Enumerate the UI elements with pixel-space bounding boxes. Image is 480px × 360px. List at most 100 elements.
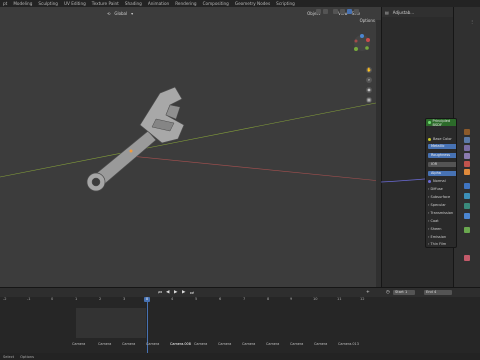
- particles-icon[interactable]: [464, 193, 470, 199]
- tab-file[interactable]: pt: [0, 1, 10, 6]
- camera-marker[interactable]: Camera: [242, 342, 255, 346]
- scene-properties-icon[interactable]: [464, 153, 470, 159]
- base-color-row[interactable]: Base Color: [428, 137, 456, 141]
- start-frame-field[interactable]: Start 1: [393, 290, 415, 295]
- tab-geometry-nodes[interactable]: Geometry Nodes: [232, 1, 273, 6]
- status-bar: Select Options: [0, 353, 480, 360]
- jump-start-icon[interactable]: ⏮: [158, 290, 162, 296]
- tab-animation[interactable]: Animation: [145, 1, 172, 6]
- ruler-tick: 9: [290, 297, 293, 301]
- camera-marker[interactable]: Camera: [314, 342, 327, 346]
- camera-marker[interactable]: Camera.013: [338, 342, 359, 346]
- clock-icon: ◷: [386, 290, 390, 295]
- camera-marker[interactable]: Camera: [122, 342, 135, 346]
- navigation-gizmo[interactable]: [352, 33, 372, 53]
- material-properties-icon[interactable]: [464, 255, 470, 261]
- ruler-tick: 1: [75, 297, 78, 301]
- constraints-icon[interactable]: [464, 213, 470, 219]
- render-properties-icon[interactable]: [464, 129, 470, 135]
- 3d-viewport[interactable]: ⟲ Global ▾ Object View Sele Options ✋: [0, 7, 381, 287]
- roughness-slider[interactable]: Roughness: [428, 153, 456, 158]
- add-keyframe-icon[interactable]: +: [366, 290, 370, 295]
- physics-icon[interactable]: [464, 203, 470, 209]
- object-properties-icon[interactable]: [464, 169, 470, 175]
- camera-marker[interactable]: Camera: [266, 342, 279, 346]
- ruler-tick: 3: [123, 297, 126, 301]
- metallic-slider[interactable]: Metallic: [428, 144, 456, 149]
- status-select: Select: [3, 354, 15, 359]
- transmission-panel[interactable]: › Transmission: [428, 211, 456, 215]
- subsurface-panel[interactable]: › Subsurface: [428, 195, 456, 199]
- wrench-model: [86, 86, 185, 192]
- ruler-tick: 6: [219, 297, 222, 301]
- properties-panel: ⋮: [453, 7, 480, 287]
- y-axis-line: [0, 101, 381, 178]
- object-name-label: Adjustab...: [392, 9, 415, 15]
- ruler-tick: 10: [313, 297, 318, 301]
- frame-range-block: [76, 308, 146, 338]
- grid-view-icon[interactable]: ▦: [366, 97, 372, 103]
- timeline-header: ⏮ ◀ ▶ ▶ ⏭ + ◷ Start 1 End 4: [0, 288, 480, 297]
- view-layer-icon[interactable]: [464, 145, 470, 151]
- ruler-tick: 4: [171, 297, 174, 301]
- diffuse-panel[interactable]: › Diffuse: [428, 187, 456, 191]
- alpha-slider[interactable]: Alpha: [428, 171, 456, 176]
- play-icon[interactable]: ▶: [174, 290, 177, 295]
- node-header[interactable]: Principled BSDF: [426, 118, 456, 127]
- viewport-scene: [0, 86, 381, 192]
- pan-hand-icon[interactable]: ✋: [366, 67, 372, 73]
- camera-marker[interactable]: Camera: [98, 342, 111, 346]
- jump-end-icon[interactable]: ⏭: [190, 290, 194, 296]
- editor-type-icon[interactable]: ▤: [385, 10, 389, 15]
- outliner-header: ▤ Adjustab...: [382, 7, 454, 17]
- ruler-tick: -1: [27, 297, 31, 301]
- thin-film-panel[interactable]: › Thin Film: [428, 242, 456, 246]
- tab-rendering[interactable]: Rendering: [172, 1, 199, 6]
- end-frame-field[interactable]: End 4: [424, 290, 452, 295]
- specular-panel[interactable]: › Specular: [428, 203, 456, 207]
- tab-texture-paint[interactable]: Texture Paint: [89, 1, 122, 6]
- tab-scripting[interactable]: Scripting: [273, 1, 298, 6]
- workspace-tab-bar: pt Modeling Sculpting UV Editing Texture…: [0, 0, 480, 7]
- ruler-tick: 2: [99, 297, 102, 301]
- ruler-tick: 11: [337, 297, 342, 301]
- step-back-icon[interactable]: ◀: [166, 290, 169, 295]
- color-socket[interactable]: [428, 137, 431, 141]
- camera-marker[interactable]: Camera: [146, 342, 159, 346]
- camera-marker-selected[interactable]: Camera.008: [170, 342, 191, 346]
- ior-slider[interactable]: IOR: [428, 162, 456, 167]
- tab-shading[interactable]: Shading: [122, 1, 145, 6]
- tab-uv-editing[interactable]: UV Editing: [61, 1, 89, 6]
- normal-row[interactable]: Normal: [428, 179, 456, 183]
- timeline-editor[interactable]: ⏮ ◀ ▶ ▶ ⏭ + ◷ Start 1 End 4 -2 -1 0 1 2 …: [0, 287, 480, 354]
- ruler-tick: 7: [243, 297, 246, 301]
- tab-sculpting[interactable]: Sculpting: [35, 1, 61, 6]
- properties-menu-icon[interactable]: ⋮: [470, 19, 474, 24]
- x-axis-line: [119, 154, 381, 182]
- frame-ruler[interactable]: -2 -1 0 1 2 3 4 5 6 7 8 9 10 11 12: [0, 297, 375, 303]
- ruler-tick: -2: [3, 297, 7, 301]
- zoom-icon[interactable]: ⌕: [366, 77, 372, 83]
- playhead-line[interactable]: [147, 302, 148, 354]
- ruler-tick: 12: [360, 297, 365, 301]
- camera-marker[interactable]: Camera: [194, 342, 207, 346]
- camera-view-icon[interactable]: ◉: [366, 87, 372, 93]
- output-properties-icon[interactable]: [464, 137, 470, 143]
- step-forward-icon[interactable]: ▶: [182, 290, 185, 295]
- node-title: Principled BSDF: [432, 118, 451, 127]
- camera-marker[interactable]: Camera: [72, 342, 85, 346]
- world-properties-icon[interactable]: [464, 161, 470, 167]
- emission-panel[interactable]: › Emission: [428, 235, 456, 239]
- tab-modeling[interactable]: Modeling: [10, 1, 35, 6]
- ruler-tick: 0: [51, 297, 54, 301]
- tab-compositing[interactable]: Compositing: [200, 1, 232, 6]
- coat-panel[interactable]: › Coat: [428, 219, 456, 223]
- camera-marker[interactable]: Camera: [290, 342, 303, 346]
- principled-bsdf-node[interactable]: Principled BSDF Base Color Metallic Roug…: [425, 118, 457, 248]
- object-data-icon[interactable]: [464, 227, 470, 233]
- sheen-panel[interactable]: › Sheen: [428, 227, 456, 231]
- camera-marker[interactable]: Camera: [218, 342, 231, 346]
- bsdf-output-socket[interactable]: [428, 121, 431, 124]
- node-link: [381, 178, 426, 183]
- modifier-properties-icon[interactable]: [464, 183, 470, 189]
